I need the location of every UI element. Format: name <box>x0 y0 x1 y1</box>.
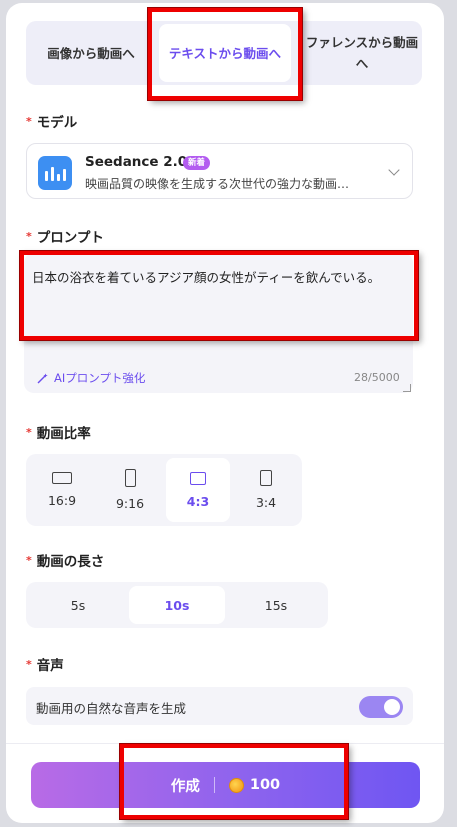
create-button[interactable]: 作成 100 <box>31 762 420 808</box>
ratio-3-4[interactable]: 3:4 <box>234 458 298 522</box>
model-name: Seedance 2.0 <box>85 154 188 170</box>
required-mark: * <box>26 230 32 243</box>
prompt-section-label: * プロンプト <box>26 230 104 246</box>
ai-enhance-label: AIプロンプト強化 <box>54 371 146 385</box>
required-mark: * <box>26 658 32 671</box>
required-mark: * <box>26 554 32 567</box>
coin-icon <box>228 777 244 793</box>
char-counter: 28/5000 <box>354 371 400 384</box>
required-mark: * <box>26 115 32 128</box>
ai-enhance-button[interactable]: AIプロンプト強化 <box>36 370 145 386</box>
model-section-label: * モデル <box>26 115 78 131</box>
credit-amount: 100 <box>249 777 281 793</box>
model-select[interactable]: Seedance 2.0 新着 映画品質の映像を生成する次世代の強力な動画… <box>26 143 413 199</box>
audio-section-label: * 音声 <box>26 658 64 674</box>
divider <box>6 743 444 744</box>
chevron-down-icon <box>388 164 400 176</box>
model-description: 映画品質の映像を生成する次世代の強力な動画… <box>85 177 350 191</box>
duration-15s[interactable]: 15s <box>228 586 324 624</box>
audio-toggle-label: 動画用の自然な音声を生成 <box>36 701 187 716</box>
credit-cost: 100 <box>228 777 281 793</box>
ratio-9-16[interactable]: 9:16 <box>98 458 162 522</box>
landscape-icon <box>190 471 206 485</box>
audio-toggle[interactable] <box>359 696 403 718</box>
separator <box>213 777 215 793</box>
portrait-icon <box>260 470 272 486</box>
tab-image-to-video[interactable]: 画像から動画へ <box>26 21 156 85</box>
duration-10s[interactable]: 10s <box>129 586 225 624</box>
ratio-4-3[interactable]: 4:3 <box>166 458 230 522</box>
aspect-section-label: * 動画比率 <box>26 426 91 442</box>
tab-reference-to-video[interactable]: ファレンスから動画へ <box>302 21 422 85</box>
duration-5s[interactable]: 5s <box>30 586 126 624</box>
audio-row: 動画用の自然な音声を生成 <box>26 687 413 725</box>
magic-wand-icon <box>37 373 48 383</box>
aspect-ratio-group: 16:9 9:16 4:3 3:4 <box>26 454 302 526</box>
create-label: 作成 <box>170 778 200 795</box>
required-mark: * <box>26 426 32 439</box>
landscape-icon <box>52 472 72 484</box>
tab-text-to-video[interactable]: テキストから動画へ <box>159 24 291 82</box>
duration-group: 5s 10s 15s <box>26 582 328 628</box>
mode-tabs: 画像から動画へ テキストから動画へ ファレンスから動画へ <box>26 21 422 85</box>
toggle-knob <box>384 699 400 715</box>
resize-handle[interactable] <box>403 384 411 392</box>
duration-section-label: * 動画の長さ <box>26 554 105 570</box>
seedance-logo-icon <box>38 156 72 190</box>
prompt-text: 日本の浴衣を着ているアジア顔の女性がティーを飲んでいる。 <box>32 270 381 285</box>
new-badge: 新着 <box>183 156 211 170</box>
portrait-icon <box>124 469 136 487</box>
ratio-16-9[interactable]: 16:9 <box>30 458 94 522</box>
